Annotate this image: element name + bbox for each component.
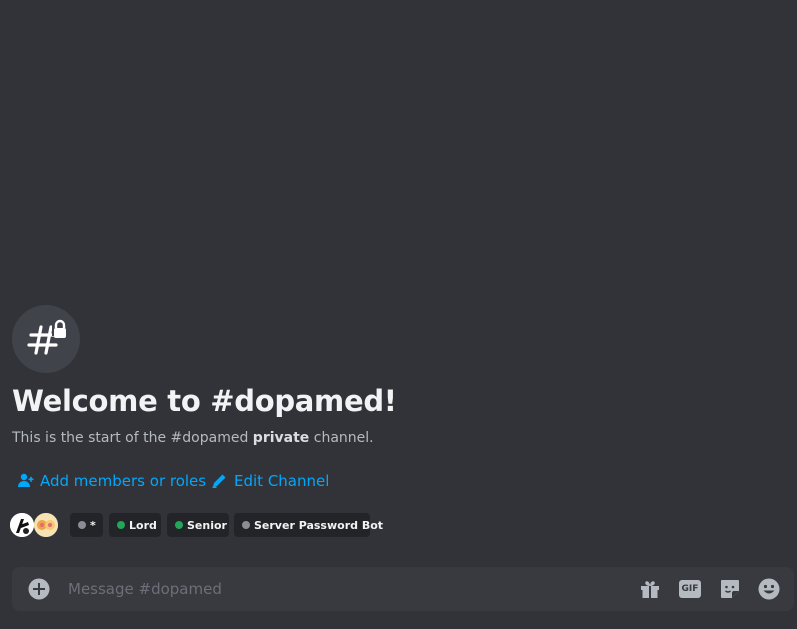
subtitle-prefix: This is the start of the #dopamed (12, 430, 253, 446)
add-members-label: Add members or roles (40, 472, 207, 490)
role-pill-star[interactable]: * (70, 513, 103, 537)
role-pill-senior[interactable]: Senior (167, 513, 229, 537)
plus-circle-icon[interactable] (28, 578, 50, 600)
gif-button[interactable]: GIF (678, 577, 702, 601)
sticker-icon[interactable] (718, 577, 742, 601)
hashtag-lock-icon (12, 305, 80, 373)
welcome-title: Welcome to #dopamed! (12, 384, 397, 418)
role-label: Senior (187, 518, 227, 532)
add-person-icon (16, 472, 34, 490)
edit-channel-label: Edit Channel (234, 472, 330, 490)
subtitle-suffix: channel. (309, 430, 374, 446)
message-input[interactable] (68, 567, 628, 611)
gift-icon[interactable] (638, 577, 662, 601)
chat-area: Welcome to #dopamed! This is the start o… (0, 0, 797, 629)
welcome-subtitle: This is the start of the #dopamed privat… (12, 429, 374, 447)
role-label: Lord (129, 518, 157, 532)
emoji-icon[interactable] (757, 577, 781, 601)
role-label: * (90, 518, 96, 532)
edit-channel-button[interactable]: Edit Channel (210, 470, 329, 492)
role-color-dot (78, 521, 86, 529)
role-pill-lord[interactable]: Lord (109, 513, 161, 537)
subtitle-private: private (252, 430, 310, 446)
role-pill-server-password-bot[interactable]: Server Password Bot (234, 513, 383, 537)
avatar-icon[interactable] (10, 513, 34, 537)
avatar-icon[interactable] (34, 513, 58, 537)
gif-label: GIF (681, 584, 699, 594)
role-color-dot (242, 521, 250, 529)
add-members-button[interactable]: Add members or roles (16, 470, 206, 492)
message-composer: GIF (12, 567, 794, 611)
role-color-dot (175, 521, 183, 529)
role-color-dot (117, 521, 125, 529)
role-label: Server Password Bot (254, 518, 384, 532)
pencil-icon (210, 472, 228, 490)
